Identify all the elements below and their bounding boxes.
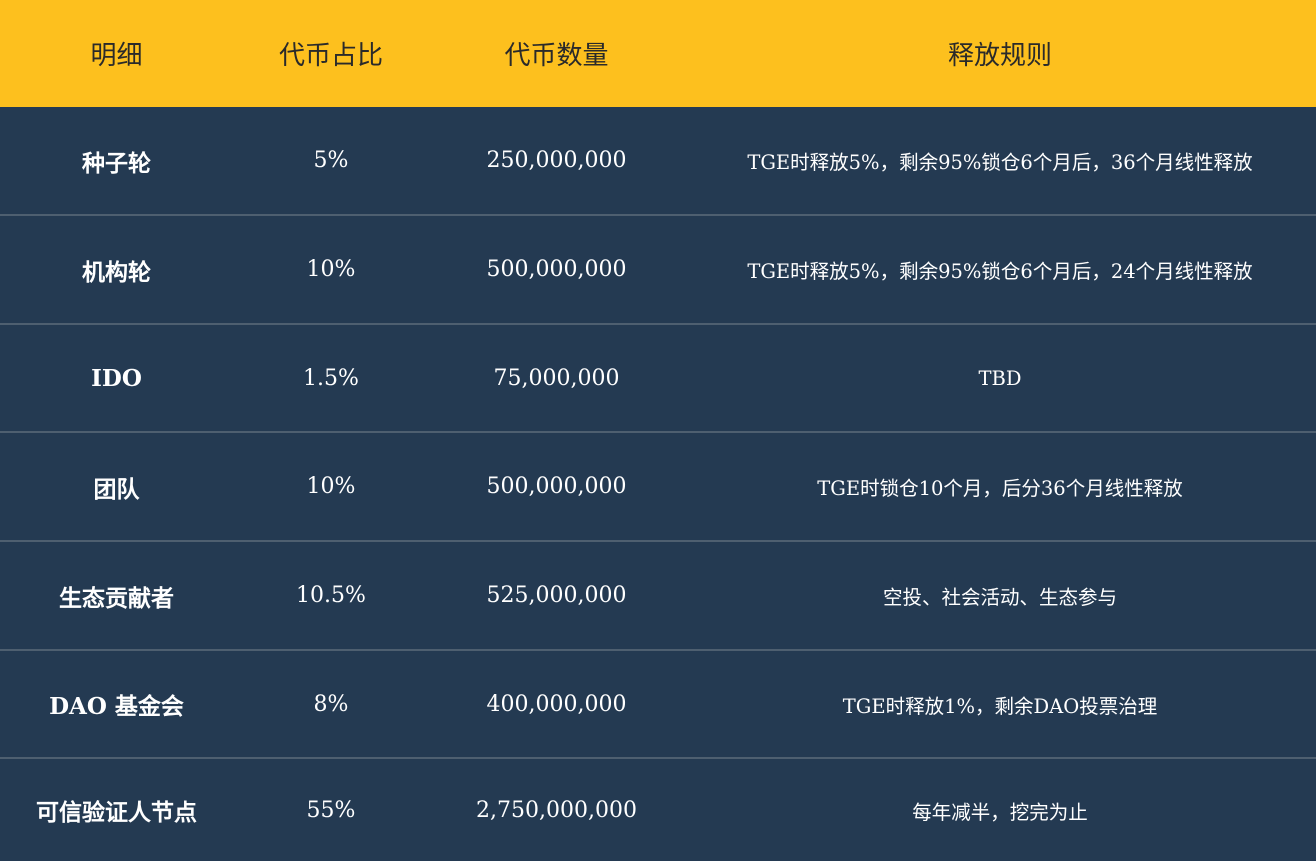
cell-detail: IDO	[91, 364, 142, 392]
cell-share: 1.5%	[303, 365, 359, 391]
token-allocation-table: 明细 代币占比 代币数量 释放规则 种子轮 5% 250,000,000 TGE…	[0, 0, 1316, 861]
header-release-rule: 释放规则	[947, 41, 1052, 71]
header-token-share: 代币占比	[278, 41, 383, 71]
table-row: 机构轮 10% 500,000,000 TGE时释放5%，剩余95%锁仓6个月后…	[0, 216, 1316, 325]
cell-share: 10%	[306, 257, 356, 282]
cell-amount: 400,000,000	[486, 691, 627, 717]
cell-rule: TGE时锁仓10个月，后分36个月线性释放	[817, 477, 1183, 500]
cell-amount: 500,000,000	[486, 474, 627, 499]
cell-amount: 500,000,000	[486, 257, 627, 282]
cell-detail: 团队	[93, 475, 140, 503]
cell-share: 5%	[313, 148, 349, 173]
table-row: 生态贡献者 10.5% 525,000,000 空投、社会活动、生态参与	[0, 542, 1316, 651]
cell-amount: 525,000,000	[486, 583, 627, 608]
table-row: 种子轮 5% 250,000,000 TGE时释放5%，剩余95%锁仓6个月后，…	[0, 107, 1316, 216]
cell-detail: DAO 基金会	[49, 693, 184, 720]
cell-detail: 种子轮	[82, 149, 151, 177]
cell-amount: 250,000,000	[486, 148, 627, 173]
cell-share: 10%	[306, 474, 356, 499]
cell-detail: 可信验证人节点	[36, 799, 197, 826]
table-row: 团队 10% 500,000,000 TGE时锁仓10个月，后分36个月线性释放	[0, 433, 1316, 542]
header-detail: 明细	[90, 41, 143, 71]
cell-rule: TGE时释放5%，剩余95%锁仓6个月后，24个月线性释放	[747, 260, 1253, 283]
table-header: 明细 代币占比 代币数量 释放规则	[0, 0, 1316, 107]
cell-rule: TGE时释放5%，剩余95%锁仓6个月后，36个月线性释放	[747, 151, 1253, 174]
table-row: 可信验证人节点 55% 2,750,000,000 每年减半，挖完为止	[0, 759, 1316, 861]
cell-rule: 每年减半，挖完为止	[912, 800, 1088, 824]
cell-rule: TBD	[978, 366, 1022, 390]
cell-rule: TGE时释放1%，剩余DAO投票治理	[842, 694, 1158, 718]
cell-rule: 空投、社会活动、生态参与	[882, 586, 1117, 609]
cell-amount: 2,750,000,000	[476, 797, 637, 823]
cell-share: 8%	[313, 691, 349, 717]
cell-detail: 机构轮	[82, 258, 151, 286]
cell-amount: 75,000,000	[493, 365, 620, 391]
table-row: IDO 1.5% 75,000,000 TBD	[0, 325, 1316, 433]
cell-detail: 生态贡献者	[59, 584, 174, 612]
header-token-amount: 代币数量	[504, 41, 609, 71]
cell-share: 55%	[306, 797, 356, 823]
cell-share: 10.5%	[296, 583, 366, 608]
table-row: DAO 基金会 8% 400,000,000 TGE时释放1%，剩余DAO投票治…	[0, 651, 1316, 759]
